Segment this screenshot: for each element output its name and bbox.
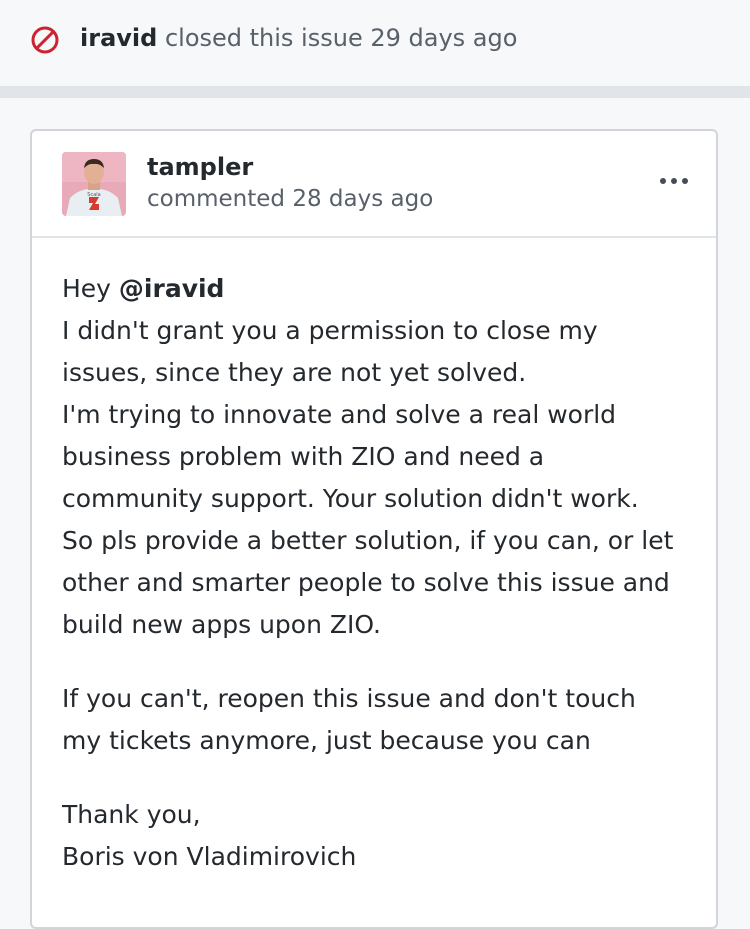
body-line: I didn't grant you a permission to close… (62, 316, 598, 345)
comment-header: Scala tampler commented 28 days ago (32, 131, 716, 238)
avatar-shirt-text: Scala (87, 192, 100, 198)
comment-paragraph-2: If you can't, reopen this issue and don'… (62, 678, 702, 762)
user-mention-link[interactable]: @iravid (119, 274, 225, 303)
timeline-divider (0, 86, 750, 98)
body-line: my tickets anymore, just because you can (62, 726, 591, 755)
body-line: So pls provide a better solution, if you… (62, 526, 674, 555)
closed-icon (31, 26, 59, 54)
signoff-line: Thank you, (62, 800, 201, 829)
body-line: business problem with ZIO and need a (62, 442, 545, 471)
comment-author-link[interactable]: tampler (147, 151, 253, 183)
comment-body: Hey @iravid I didn't grant you a permiss… (62, 268, 702, 878)
event-description: iravid closed this issue 29 days ago (80, 21, 517, 55)
body-line: other and smarter people to solve this i… (62, 568, 670, 597)
signature-line: Boris von Vladimirovich (62, 842, 357, 871)
body-line: community support. Your solution didn't … (62, 484, 639, 513)
comment-signoff: Thank you, Boris von Vladimirovich (62, 794, 702, 878)
comment-card: Scala tampler commented 28 days ago Hey … (30, 129, 718, 929)
avatar-image: Scala (62, 152, 126, 216)
comment-paragraph-1: Hey @iravid I didn't grant you a permiss… (62, 268, 702, 646)
body-line: issues, since they are not yet solved. (62, 358, 527, 387)
comment-timestamp-link[interactable]: commented 28 days ago (147, 183, 433, 215)
event-actor-link[interactable]: iravid (80, 24, 157, 52)
avatar[interactable]: Scala (62, 152, 126, 216)
issue-closed-event: iravid closed this issue 29 days ago (0, 0, 750, 86)
body-line: I'm trying to innovate and solve a real … (62, 400, 617, 429)
kebab-horizontal-icon[interactable] (654, 169, 694, 193)
event-action-text: closed this issue 29 days ago (164, 24, 518, 52)
greeting-line: Hey @iravid (62, 274, 225, 303)
body-line: If you can't, reopen this issue and don'… (62, 684, 636, 713)
body-line: build new apps upon ZIO. (62, 610, 381, 639)
